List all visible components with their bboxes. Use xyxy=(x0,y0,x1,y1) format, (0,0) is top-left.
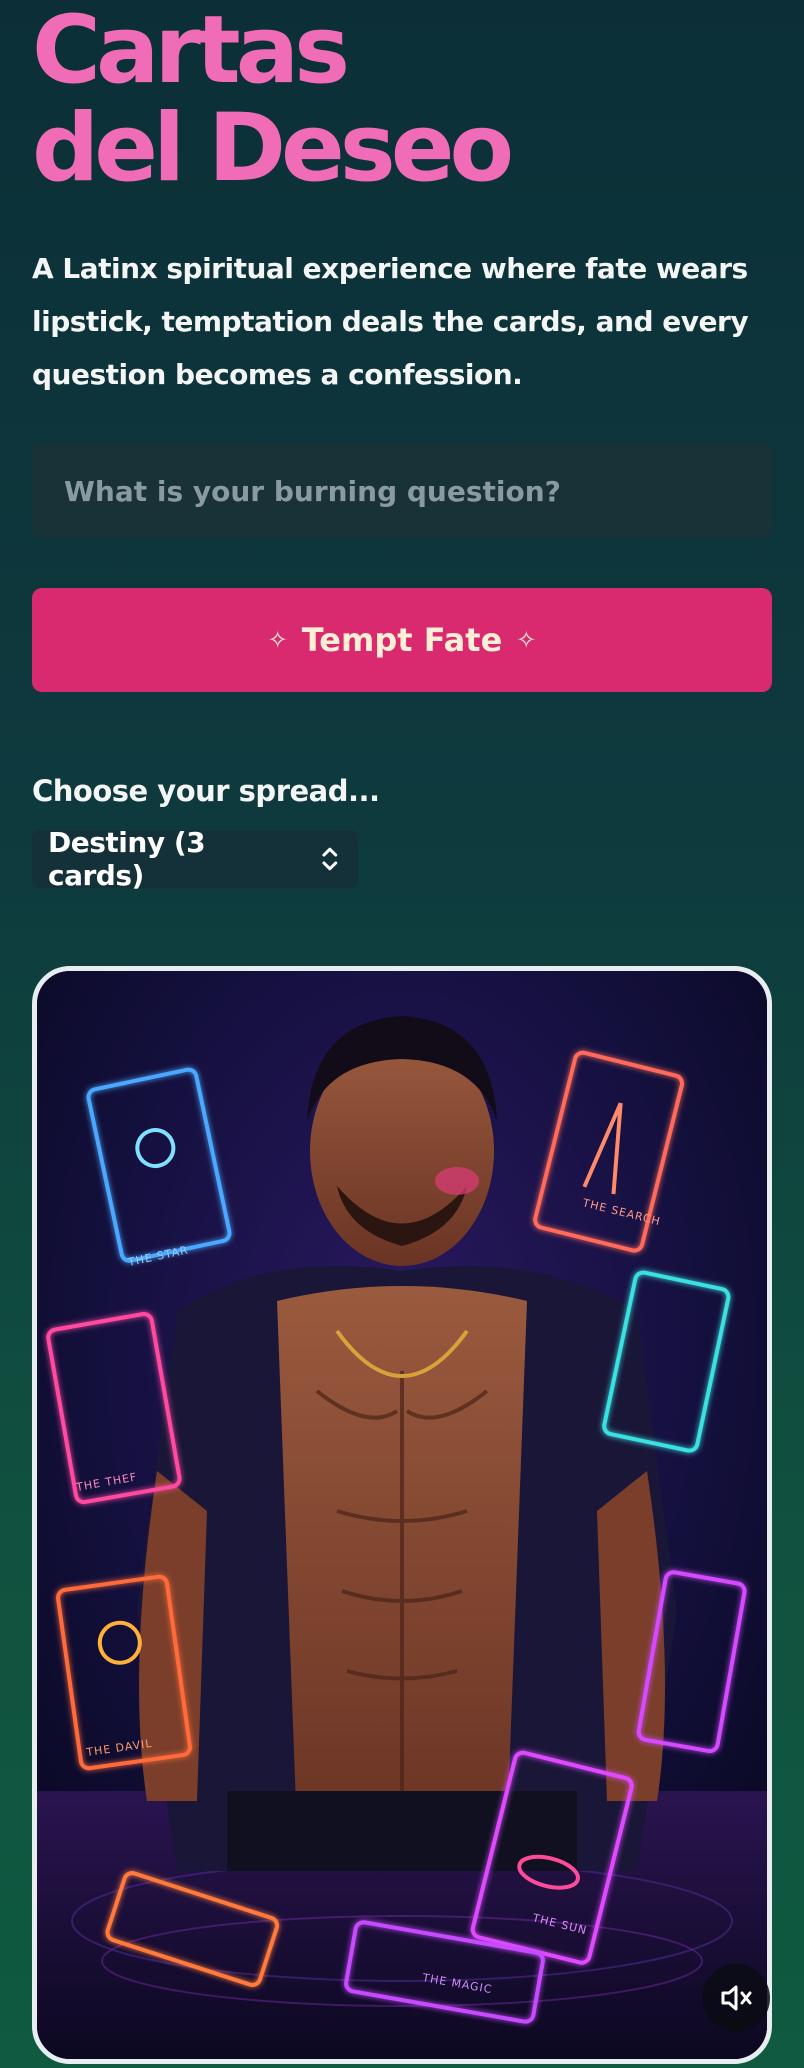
mute-button[interactable] xyxy=(702,1964,770,2032)
spread-selected-value: Destiny (3 cards) xyxy=(48,826,206,892)
title-line-1: Cartas xyxy=(32,0,350,105)
sparkle-left-icon: ✧ xyxy=(267,626,288,654)
chevron-up-down-icon xyxy=(322,847,338,871)
tempt-fate-button[interactable]: ✧ Tempt Fate ✧ xyxy=(32,588,772,692)
speaker-mute-icon xyxy=(721,1985,752,2011)
hero-image: THE STAR THE SEARCH THE THEF THE DAVIL T… xyxy=(32,966,772,2064)
title-line-2: del Deseo xyxy=(32,94,514,203)
spread-select[interactable]: Destiny (3 cards) xyxy=(32,826,358,892)
question-input[interactable] xyxy=(32,444,772,538)
hero-illustration: THE STAR THE SEARCH THE THEF THE DAVIL T… xyxy=(37,971,767,2059)
spread-label: Choose your spread... xyxy=(32,774,380,808)
app-title: Cartas del Deseo xyxy=(32,0,514,203)
tempt-fate-label: Tempt Fate xyxy=(301,621,503,659)
tagline: A Latinx spiritual experience where fate… xyxy=(32,252,749,391)
sparkle-right-icon: ✧ xyxy=(516,626,537,654)
